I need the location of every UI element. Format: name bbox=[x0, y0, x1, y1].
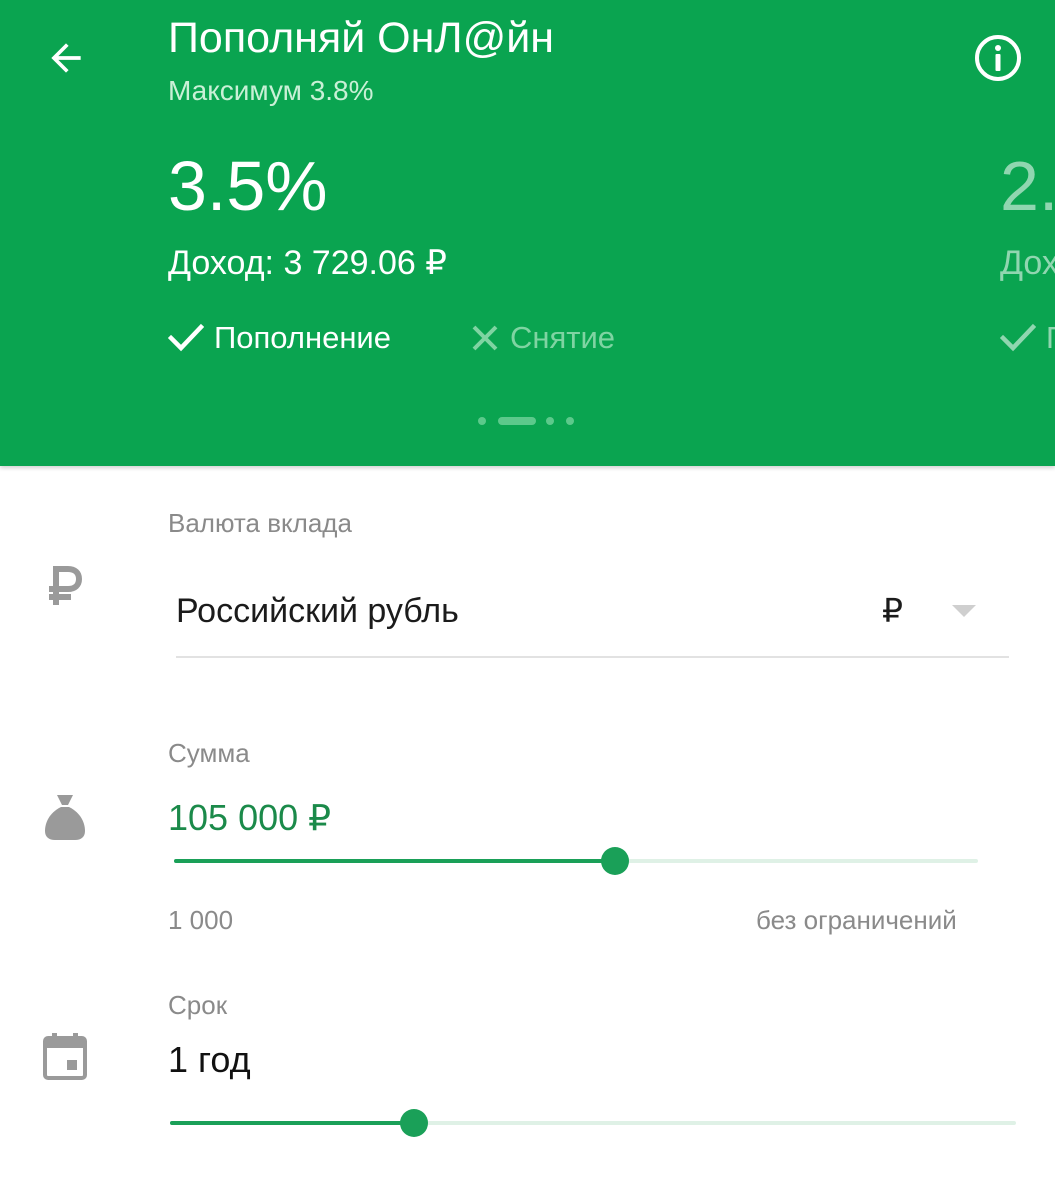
feature-label: Пополнение bbox=[214, 320, 391, 355]
pager-dot-active[interactable] bbox=[498, 417, 536, 425]
feature-withdrawal: Снятие bbox=[470, 318, 615, 358]
cross-icon bbox=[470, 323, 500, 353]
max-rate-subtitle: Максимум 3.8% bbox=[168, 75, 374, 106]
deposit-title: Пополняй ОнЛ@йн bbox=[168, 14, 554, 62]
amount-value[interactable]: 105 000 ₽ bbox=[168, 796, 331, 840]
amount-label: Сумма bbox=[168, 738, 250, 768]
rate-value: 2. bbox=[1000, 147, 1055, 225]
money-bag-icon bbox=[40, 792, 90, 842]
deposit-calculator-screen: Пополняй ОнЛ@йн Максимум 3.8% 3.5% Доход… bbox=[0, 0, 1055, 1200]
rate-value: 3.5% bbox=[168, 147, 328, 225]
pager-dot[interactable] bbox=[546, 417, 554, 425]
feature-label: Снятие bbox=[510, 320, 616, 355]
ruble-icon bbox=[40, 562, 90, 612]
deposit-header: Пополняй ОнЛ@йн Максимум 3.8% 3.5% Доход… bbox=[0, 0, 1055, 466]
income-value: Доход: 3 729.06 ₽ bbox=[168, 244, 447, 282]
currency-symbol: ₽ bbox=[882, 592, 903, 629]
check-icon bbox=[1000, 323, 1036, 353]
currency-name: Российский рубль bbox=[176, 592, 459, 630]
amount-min-label: 1 000 bbox=[168, 905, 234, 935]
calendar-icon bbox=[40, 1032, 90, 1082]
term-slider[interactable] bbox=[170, 1108, 1016, 1138]
pager-dots bbox=[478, 415, 578, 427]
feature-replenishment: Пополнение bbox=[168, 318, 391, 358]
chevron-down-icon bbox=[952, 604, 976, 622]
info-circle-icon bbox=[975, 35, 1021, 81]
pager-dot[interactable] bbox=[566, 417, 574, 425]
check-icon bbox=[168, 323, 204, 353]
slider-thumb[interactable] bbox=[601, 847, 629, 875]
feature-replenishment: П bbox=[1000, 318, 1055, 358]
rate-card-next[interactable]: 2. Дох П bbox=[1000, 140, 1055, 370]
back-button[interactable] bbox=[40, 32, 92, 84]
slider-thumb[interactable] bbox=[400, 1109, 428, 1137]
arrow-left-icon bbox=[51, 43, 81, 73]
pager-dot[interactable] bbox=[478, 417, 486, 425]
info-button[interactable] bbox=[972, 32, 1024, 84]
amount-max-label: без ограничений bbox=[756, 905, 957, 935]
term-value[interactable]: 1 год bbox=[168, 1038, 251, 1082]
feature-label: П bbox=[1046, 318, 1055, 358]
currency-dropdown[interactable]: Российский рубль ₽ bbox=[176, 570, 1009, 658]
term-label: Срок bbox=[168, 990, 228, 1020]
slider-fill bbox=[174, 859, 615, 863]
slider-fill bbox=[170, 1121, 414, 1125]
rate-card[interactable]: 3.5% Доход: 3 729.06 ₽ Пополнение Снятие bbox=[168, 140, 688, 370]
amount-slider[interactable] bbox=[174, 846, 978, 876]
income-value: Дох bbox=[1000, 244, 1055, 282]
currency-label: Валюта вклада bbox=[168, 508, 352, 538]
